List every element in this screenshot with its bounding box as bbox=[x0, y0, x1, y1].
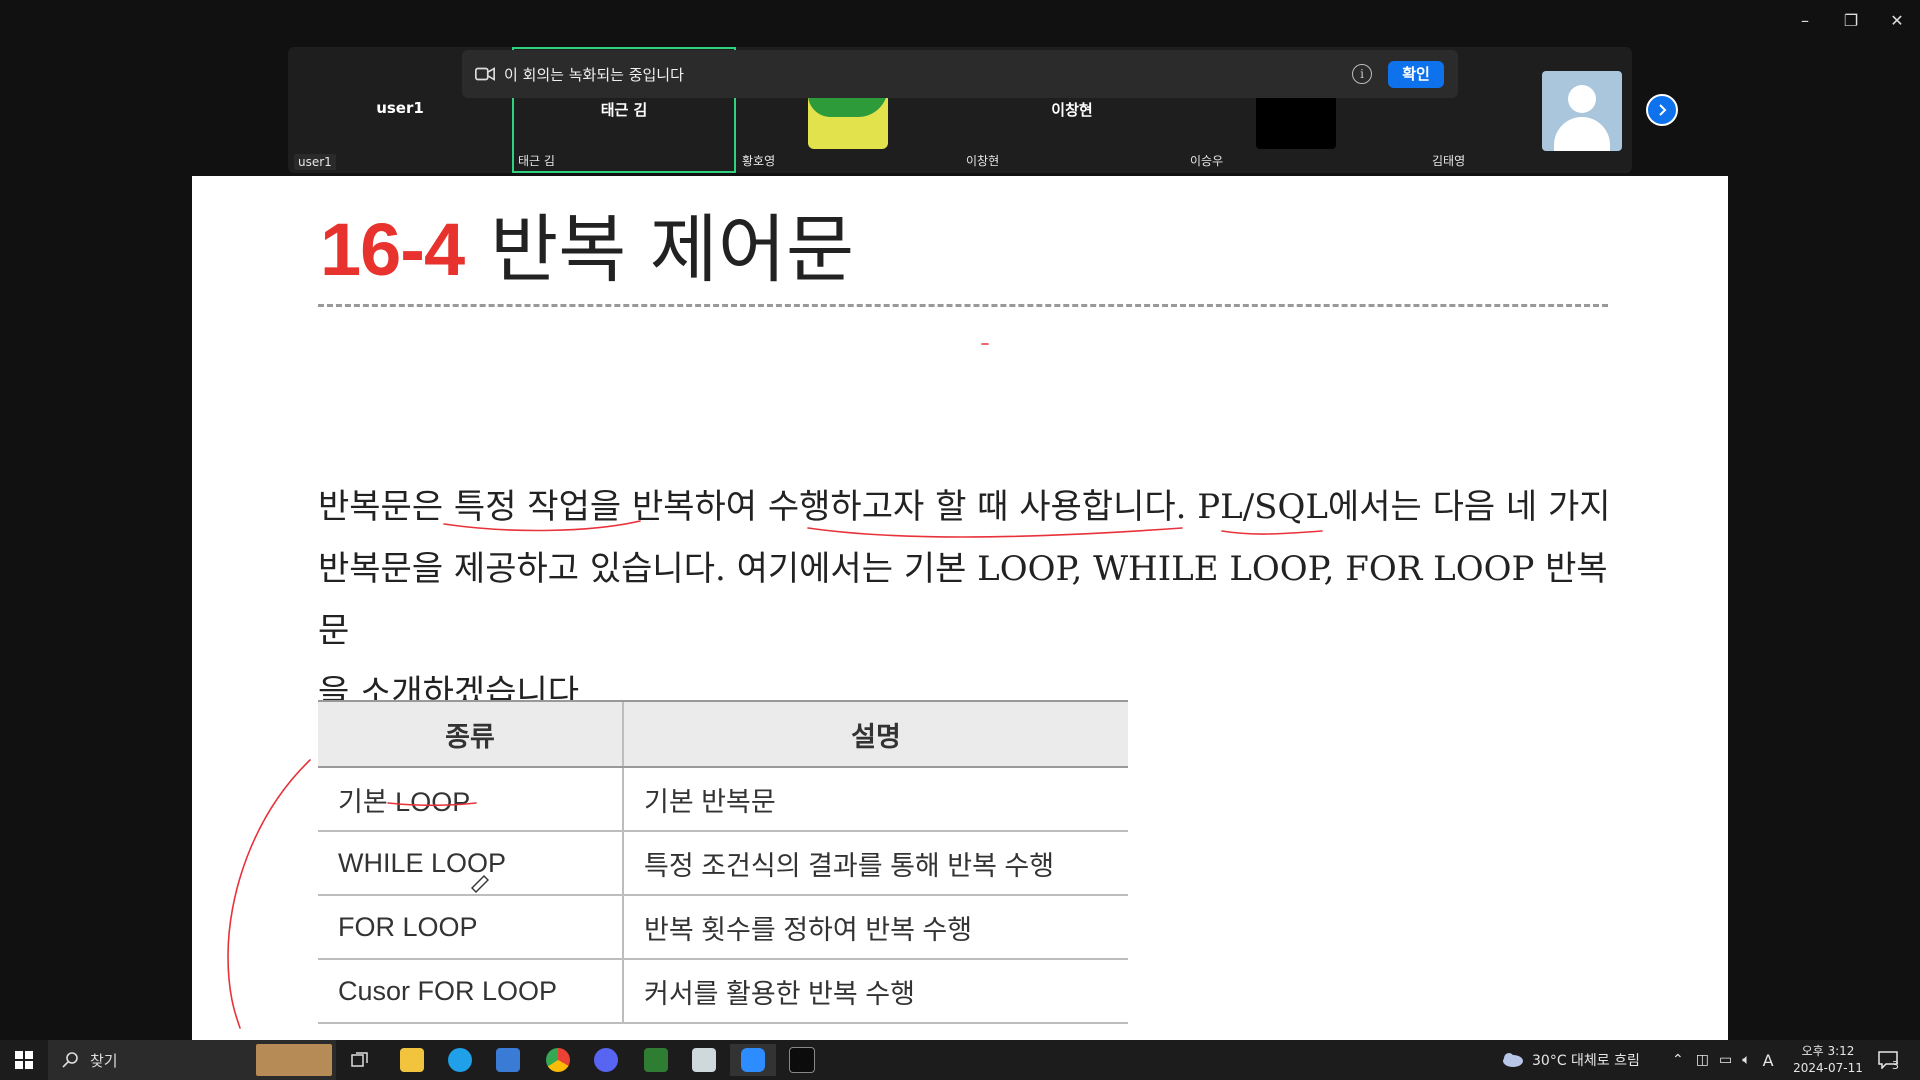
table-row: FOR LOOP 반복 횟수를 정하여 반복 수행 bbox=[318, 895, 1128, 960]
minimize-button[interactable]: – bbox=[1782, 6, 1828, 34]
taskbar-app-terminal[interactable] bbox=[782, 1044, 822, 1076]
system-tray: ⌃ ◫ ▭ 🔈︎ A bbox=[1672, 1040, 1774, 1080]
clock-time: 오후 3:12 bbox=[1801, 1044, 1855, 1058]
taskbar-app-store[interactable] bbox=[488, 1044, 528, 1076]
paragraph-line: 반복문은 특정 작업을 반복하여 수행하고자 할 때 사용합니다. PL/SQL… bbox=[318, 487, 1611, 527]
meeting-tray-icon[interactable]: ◫ bbox=[1696, 1052, 1709, 1068]
column-header: 종류 bbox=[318, 700, 623, 768]
participant-label: 황호영 bbox=[742, 154, 776, 168]
table-row: 기본 LOOP 기본 반복문 bbox=[318, 767, 1128, 832]
participant-label: 태근 김 bbox=[518, 154, 555, 168]
paragraph-line: 반복문을 제공하고 있습니다. 여기에서는 기본 LOOP, WHILE LOO… bbox=[318, 549, 1608, 651]
cloud-icon bbox=[1503, 1053, 1523, 1067]
notepad-icon bbox=[692, 1048, 716, 1072]
store-icon bbox=[496, 1048, 520, 1072]
table-cell: 특정 조건식의 결과를 통해 반복 수행 bbox=[622, 831, 1128, 896]
search-input[interactable]: 찾기 bbox=[48, 1040, 336, 1080]
chevron-right-icon[interactable] bbox=[1646, 94, 1678, 126]
recording-banner: 이 회의는 녹화되는 중입니다 i 확인 bbox=[462, 50, 1458, 98]
search-highlight-image bbox=[256, 1044, 332, 1076]
taskbar-app-discord[interactable] bbox=[586, 1044, 626, 1076]
task-view-button[interactable] bbox=[346, 1044, 374, 1076]
table-cell: 커서를 활용한 반복 수행 bbox=[622, 959, 1128, 1024]
taskbar-app-zoom[interactable] bbox=[730, 1044, 776, 1076]
taskbar-app-notepad[interactable] bbox=[684, 1044, 724, 1076]
network-icon[interactable]: ▭ bbox=[1719, 1052, 1732, 1068]
table-header-row: 종류 설명 bbox=[318, 700, 1128, 768]
taskbar: 찾기 30°C 대체로 흐림 ⌃ ◫ ▭ 🔈︎ A 오후 3:12 2024-0… bbox=[0, 1040, 1920, 1080]
start-button[interactable] bbox=[8, 1044, 40, 1076]
clock-date: 2024-07-11 bbox=[1793, 1061, 1863, 1075]
table-cell: 기본 반복문 bbox=[622, 767, 1128, 832]
chevron-up-icon[interactable]: ⌃ bbox=[1672, 1052, 1684, 1068]
divider bbox=[318, 304, 1608, 307]
participant-label: 김태영 bbox=[1432, 154, 1466, 168]
task-view-icon bbox=[351, 1052, 368, 1067]
shared-slide: 16-4 반복 제어문 반복문은 특정 작업을 반복하여 수행하고자 할 때 사용… bbox=[192, 176, 1728, 1040]
terminal-icon bbox=[789, 1047, 815, 1073]
participant-name: user1 bbox=[376, 99, 424, 117]
participant-label: user1 bbox=[294, 154, 336, 170]
restore-button[interactable]: ❐ bbox=[1828, 6, 1874, 34]
participant-name: 태근 김 bbox=[600, 101, 648, 119]
video-camera-icon bbox=[475, 67, 495, 81]
section-number: 16-4 bbox=[320, 208, 465, 291]
table-cell: 기본 LOOP bbox=[318, 767, 623, 832]
participant-label: 이승우 bbox=[1190, 154, 1224, 168]
weather-widget[interactable]: 30°C 대체로 흐림 bbox=[1500, 1040, 1640, 1080]
recording-message: 이 회의는 녹화되는 중입니다 bbox=[504, 65, 684, 84]
windows-icon bbox=[15, 1051, 33, 1069]
info-icon[interactable]: i bbox=[1352, 64, 1372, 84]
ime-indicator[interactable]: A bbox=[1763, 1051, 1774, 1070]
table-cell: WHILE LOOP bbox=[318, 831, 623, 896]
column-header: 설명 bbox=[622, 700, 1128, 768]
close-button[interactable]: ✕ bbox=[1874, 6, 1920, 34]
participant-label: 이창현 bbox=[966, 154, 1000, 168]
table-row: WHILE LOOP 특정 조건식의 결과를 통해 반복 수행 bbox=[318, 831, 1128, 896]
folder-icon bbox=[400, 1048, 424, 1072]
zoom-icon bbox=[741, 1048, 765, 1072]
taskbar-app-media[interactable] bbox=[636, 1044, 676, 1076]
confirm-button[interactable]: 확인 bbox=[1388, 61, 1444, 88]
chat-app-icon bbox=[594, 1048, 618, 1072]
media-player-icon bbox=[644, 1048, 668, 1072]
taskbar-app-edge[interactable] bbox=[440, 1044, 480, 1076]
search-placeholder: 찾기 bbox=[90, 1051, 118, 1070]
taskbar-app-file-explorer[interactable] bbox=[392, 1044, 432, 1076]
taskbar-app-chrome[interactable] bbox=[538, 1044, 578, 1076]
table-cell: 반복 횟수를 정하여 반복 수행 bbox=[622, 895, 1128, 960]
body-paragraph: 반복문은 특정 작업을 반복하여 수행하고자 할 때 사용합니다. PL/SQL… bbox=[318, 476, 1618, 724]
notification-count-badge: 3 bbox=[1892, 1058, 1899, 1072]
table-cell: FOR LOOP bbox=[318, 895, 623, 960]
weather-text: 30°C 대체로 흐림 bbox=[1532, 1053, 1640, 1069]
clock[interactable]: 오후 3:12 2024-07-11 bbox=[1788, 1040, 1868, 1080]
search-icon bbox=[62, 1052, 78, 1068]
avatar bbox=[1542, 71, 1622, 151]
section-title: 반복 제어문 bbox=[490, 207, 855, 293]
table-cell: Cusor FOR LOOP bbox=[318, 959, 623, 1024]
volume-icon[interactable]: 🔈︎ bbox=[1742, 1052, 1750, 1068]
notification-center-button[interactable]: 3 bbox=[1878, 1040, 1899, 1080]
loop-types-table: 종류 설명 기본 LOOP 기본 반복문 WHILE LOOP 특정 조건식의 … bbox=[318, 700, 1128, 1024]
chrome-icon bbox=[546, 1048, 570, 1072]
edge-icon bbox=[448, 1048, 472, 1072]
participant-name: 이창현 bbox=[1051, 101, 1093, 119]
table-row: Cusor FOR LOOP 커서를 활용한 반복 수행 bbox=[318, 959, 1128, 1024]
page-title: 16-4 반복 제어문 bbox=[320, 190, 854, 297]
